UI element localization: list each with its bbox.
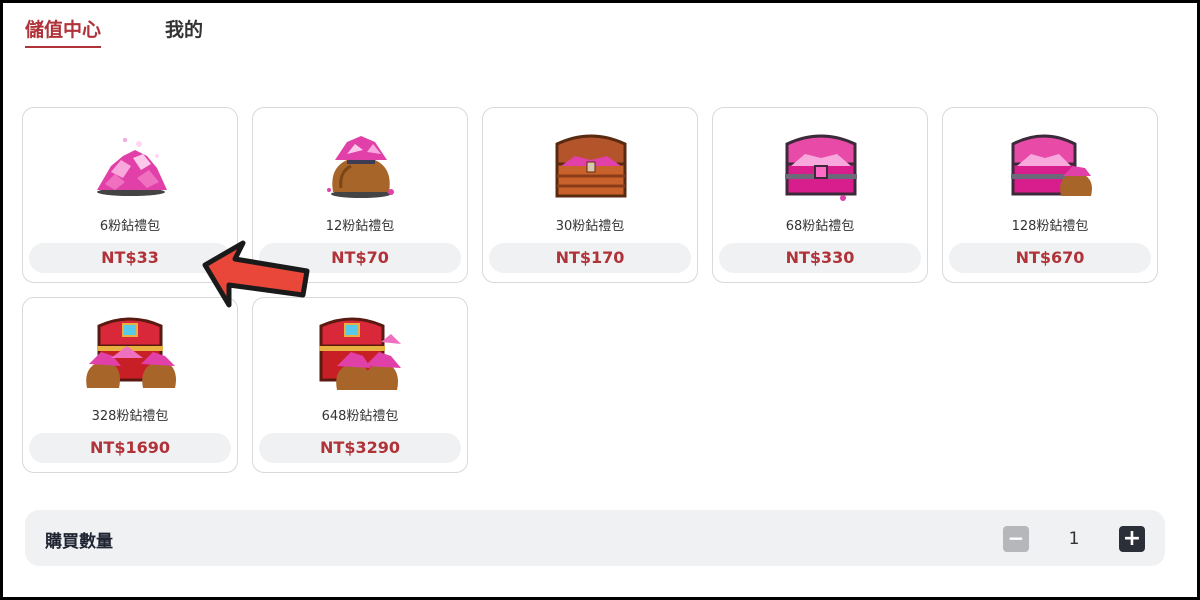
diamond-sack-icon xyxy=(327,136,394,198)
pink-chest-icon xyxy=(785,134,857,201)
package-name: 328粉鉆禮包 xyxy=(91,409,169,424)
price-button[interactable]: NT$1690 xyxy=(29,433,231,463)
package-name: 6粉鉆禮包 xyxy=(99,219,161,234)
pointer-arrow-icon xyxy=(202,240,310,308)
tab-recharge-center[interactable]: 儲值中心 xyxy=(25,15,102,48)
page-frame: 儲值中心 我的 6粉鉆禮包 NT$33 12粉鉆禮包 NT$70 30粉鉆禮包 … xyxy=(0,0,1200,600)
package-name: 68粉鉆禮包 xyxy=(785,219,855,234)
price-button[interactable]: NT$170 xyxy=(489,243,691,273)
price-button[interactable]: NT$670 xyxy=(949,243,1151,273)
package-name: 128粉鉆禮包 xyxy=(1011,219,1089,234)
package-card-648[interactable]: 648粉鉆禮包 NT$3290 xyxy=(252,297,468,473)
package-name: 12粉鉆禮包 xyxy=(325,219,395,234)
package-name: 30粉鉆禮包 xyxy=(555,219,625,234)
package-card-68[interactable]: 68粉鉆禮包 NT$330 xyxy=(712,107,928,283)
pink-chest-with-sack-icon xyxy=(1011,134,1092,196)
quantity-value[interactable]: 1 xyxy=(1063,526,1085,552)
gold-chest-with-sacks-icon xyxy=(86,317,176,388)
increase-quantity-button[interactable]: + xyxy=(1119,526,1145,552)
decrease-quantity-button[interactable]: − xyxy=(1003,526,1029,552)
pink-diamond-pile-icon xyxy=(97,138,167,196)
wooden-chest-icon xyxy=(555,134,627,198)
quantity-panel: 購買數量 − 1 + xyxy=(25,510,1165,566)
tab-mine[interactable]: 我的 xyxy=(165,15,203,46)
price-button[interactable]: NT$3290 xyxy=(259,433,461,463)
package-name: 648粉鉆禮包 xyxy=(321,409,399,424)
quantity-label: 購買數量 xyxy=(45,532,113,552)
price-button[interactable]: NT$330 xyxy=(719,243,921,273)
package-card-128[interactable]: 128粉鉆禮包 NT$670 xyxy=(942,107,1158,283)
gold-chest-with-sacks-icon xyxy=(319,317,401,390)
package-card-328[interactable]: 328粉鉆禮包 NT$1690 xyxy=(22,297,238,473)
package-card-30[interactable]: 30粉鉆禮包 NT$170 xyxy=(482,107,698,283)
